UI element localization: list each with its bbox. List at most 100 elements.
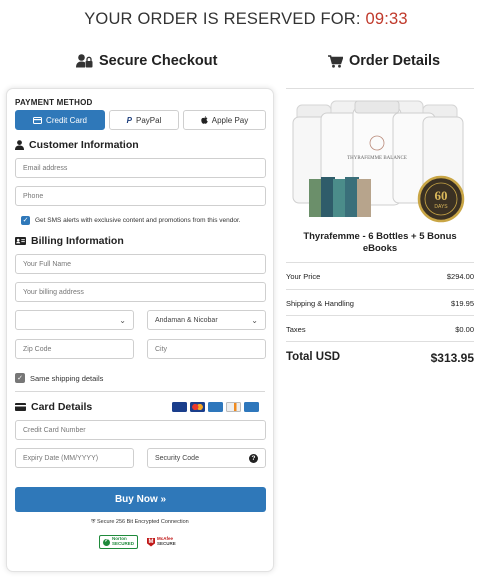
mcafee-text: McAfee SECURE <box>157 537 176 546</box>
secure-checkout-heading: Secure Checkout <box>76 53 217 69</box>
billing-info-heading: Billing Information <box>15 235 124 247</box>
order-details-heading: Order Details <box>328 53 440 69</box>
timer-label: YOUR ORDER IS RESERVED FOR: <box>84 10 361 28</box>
full-name-placeholder: Your Full Name <box>23 260 71 268</box>
order-top-divider <box>286 88 474 89</box>
state-select[interactable]: Andaman & Nicobar ⌄ <box>147 310 266 330</box>
amex-icon <box>208 402 223 412</box>
mcafee-secure-badge: M McAfee SECURE <box>147 535 176 549</box>
checkmark-icon: ✓ <box>103 538 110 546</box>
paypal-tab-label: PayPal <box>135 115 162 125</box>
tax-row: Taxes $0.00 <box>286 325 474 334</box>
shipping-row: Shipping & Handling $19.95 <box>286 299 474 308</box>
customer-info-title: Customer Information <box>29 139 139 151</box>
phone-field[interactable]: Phone <box>15 186 266 206</box>
mcafee-line2: SECURE <box>157 541 176 546</box>
discover-icon <box>226 402 241 412</box>
secure-connection-note: ⛨ Secure 256 Bit Encrypted Connection <box>7 519 273 526</box>
card-number-field[interactable]: Credit Card Number <box>15 420 266 440</box>
apple-pay-tab-label: Apple Pay <box>211 115 249 125</box>
apple-pay-tab[interactable]: Apple Pay <box>183 110 266 130</box>
credit-card-icon <box>15 403 26 411</box>
credit-card-tab-label: Credit Card <box>46 115 87 125</box>
accepted-cards <box>172 402 259 412</box>
chevron-down-icon: ⌄ <box>251 315 258 325</box>
paypal-icon: P <box>126 115 132 125</box>
buy-now-button[interactable]: Buy Now » <box>15 487 266 512</box>
summary-divider <box>286 315 474 316</box>
seal-days: DAYS <box>434 204 448 210</box>
norton-text: Norton SECURED <box>112 537 134 546</box>
card-details-heading: Card Details <box>15 401 92 413</box>
question-circle-icon[interactable]: ? <box>249 453 258 463</box>
sms-alerts-row: ✓ Get SMS alerts with exclusive content … <box>21 216 241 225</box>
customer-info-heading: Customer Information <box>15 139 139 151</box>
security-code-placeholder: Security Code <box>155 454 199 462</box>
payment-method-label: PAYMENT METHOD <box>15 98 93 107</box>
reservation-timer: YOUR ORDER IS RESERVED FOR: 09:33 <box>0 10 492 29</box>
city-field[interactable]: City <box>147 339 266 359</box>
tax-label: Taxes <box>286 325 306 334</box>
secure-checkout-title: Secure Checkout <box>99 53 218 69</box>
shopping-cart-icon <box>328 54 343 68</box>
sms-alerts-label: Get SMS alerts with exclusive content an… <box>35 217 241 224</box>
card-icon <box>244 402 259 412</box>
visa-icon <box>172 402 187 412</box>
mastercard-icon <box>190 402 205 412</box>
sms-alerts-checkbox[interactable]: ✓ <box>21 216 30 225</box>
product-image: THYRAFEMME BALANCE 60 DAYS <box>291 95 468 223</box>
paypal-tab[interactable]: P PayPal <box>109 110 179 130</box>
shipping-value: $19.95 <box>451 299 474 308</box>
section-divider <box>15 391 265 392</box>
ebook-covers <box>309 177 371 217</box>
total-label: Total USD <box>286 351 341 363</box>
mcafee-shield-icon: M <box>147 537 155 547</box>
chevron-down-icon: ⌄ <box>119 315 126 325</box>
country-select[interactable]: ⌄ <box>15 310 134 330</box>
security-code-field[interactable]: Security Code ? <box>147 448 266 468</box>
norton-line2: SECURED <box>112 541 135 546</box>
secure-connection-text: Secure 256 Bit Encrypted Connection <box>96 519 189 525</box>
user-icon <box>15 140 24 150</box>
shield-icon: ⛨ <box>91 519 96 525</box>
billing-address-field[interactable]: Your billing address <box>15 282 266 302</box>
card-details-title: Card Details <box>31 401 93 413</box>
price-value: $294.00 <box>446 272 474 281</box>
total-value: $313.95 <box>430 351 474 365</box>
seal-number: 60 <box>435 188 448 203</box>
timer-countdown: 09:33 <box>365 10 408 28</box>
card-number-placeholder: Credit Card Number <box>23 426 86 434</box>
expiry-date-placeholder: Expiry Date (MM/YYYY) <box>23 454 99 462</box>
summary-divider <box>286 341 474 342</box>
norton-secured-badge: ✓ Norton SECURED <box>99 535 139 549</box>
shipping-label: Shipping & Handling <box>286 299 354 308</box>
same-shipping-checkbox[interactable]: ✓ <box>15 373 25 383</box>
same-shipping-label: Same shipping details <box>30 373 104 383</box>
price-row: Your Price $294.00 <box>286 272 474 281</box>
product-title: Thyrafemme - 6 Bottles + 5 Bonus eBooks <box>303 231 457 255</box>
email-placeholder: Email address <box>23 164 68 172</box>
price-label: Your Price <box>286 272 321 281</box>
zip-code-placeholder: Zip Code <box>23 345 52 353</box>
same-shipping-row: ✓ Same shipping details <box>15 373 103 383</box>
money-back-seal: 60 DAYS <box>417 175 465 223</box>
apple-icon <box>201 116 208 124</box>
credit-card-icon <box>33 116 43 124</box>
total-row: Total USD $313.95 <box>286 351 474 365</box>
checkout-form: PAYMENT METHOD Credit Card P PayPal Appl… <box>6 88 274 572</box>
expiry-date-field[interactable]: Expiry Date (MM/YYYY) <box>15 448 134 468</box>
address-card-icon <box>15 237 26 245</box>
zip-code-field[interactable]: Zip Code <box>15 339 134 359</box>
user-lock-icon <box>76 54 93 68</box>
credit-card-tab[interactable]: Credit Card <box>15 110 105 130</box>
summary-divider <box>286 262 474 263</box>
city-placeholder: City <box>155 345 168 353</box>
state-value: Andaman & Nicobar <box>155 316 218 324</box>
billing-info-title: Billing Information <box>31 235 124 247</box>
order-details-title: Order Details <box>349 53 441 69</box>
tax-value: $0.00 <box>455 325 474 334</box>
phone-placeholder: Phone <box>23 192 44 200</box>
email-field[interactable]: Email address <box>15 158 266 178</box>
full-name-field[interactable]: Your Full Name <box>15 254 266 274</box>
bottle-label: THYRAFEMME BALANCE <box>347 156 407 161</box>
